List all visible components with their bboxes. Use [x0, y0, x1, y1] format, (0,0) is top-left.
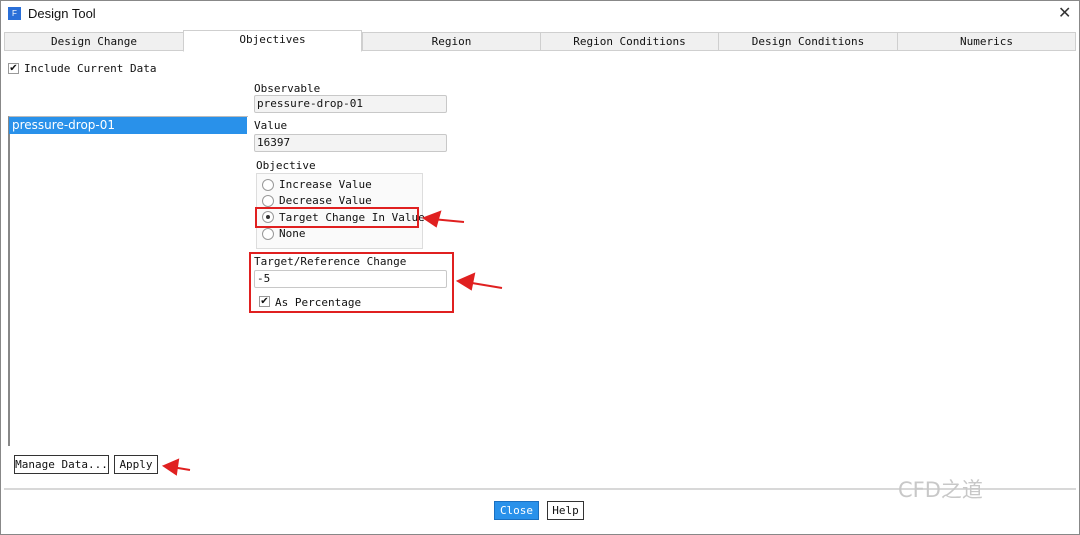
close-button[interactable]: Close	[494, 501, 539, 520]
help-button[interactable]: Help	[547, 501, 584, 520]
manage-data-button[interactable]: Manage Data...	[14, 455, 109, 474]
apply-button[interactable]: Apply	[114, 455, 158, 474]
watermark: CFD之道	[898, 478, 983, 502]
annotation-arrows	[161, 210, 503, 476]
